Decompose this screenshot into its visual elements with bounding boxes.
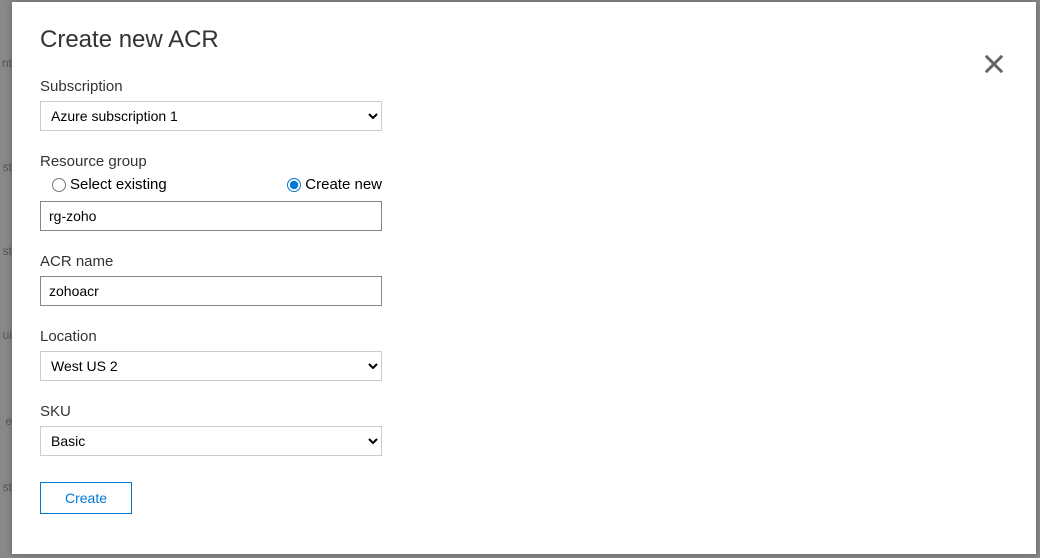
resource-group-radio-row: Select existing Create new xyxy=(40,176,382,193)
sku-select[interactable]: Basic xyxy=(40,426,382,456)
location-select[interactable]: West US 2 xyxy=(40,351,382,381)
radio-create-new-input[interactable] xyxy=(287,178,301,192)
close-button[interactable] xyxy=(980,50,1008,78)
create-acr-modal: Create new ACR Subscription Azure subscr… xyxy=(12,2,1036,554)
create-button[interactable]: Create xyxy=(40,482,132,514)
background-occluded-text: nt st st ui e st xyxy=(0,0,12,558)
acr-name-label: ACR name xyxy=(40,253,1008,270)
subscription-group: Subscription Azure subscription 1 xyxy=(40,78,1008,131)
radio-select-existing-label: Select existing xyxy=(70,176,167,193)
resource-group-group: Resource group Select existing Create ne… xyxy=(40,153,1008,231)
radio-select-existing[interactable]: Select existing xyxy=(52,176,287,193)
subscription-label: Subscription xyxy=(40,78,1008,95)
sku-group: SKU Basic xyxy=(40,403,1008,456)
acr-name-group: ACR name xyxy=(40,253,1008,306)
radio-create-new[interactable]: Create new xyxy=(287,176,382,193)
location-group: Location West US 2 xyxy=(40,328,1008,381)
close-icon xyxy=(980,50,1008,78)
sku-label: SKU xyxy=(40,403,1008,420)
radio-create-new-label: Create new xyxy=(305,176,382,193)
subscription-select[interactable]: Azure subscription 1 xyxy=(40,101,382,131)
resource-group-label: Resource group xyxy=(40,153,1008,170)
location-label: Location xyxy=(40,328,1008,345)
acr-name-input[interactable] xyxy=(40,276,382,306)
modal-title: Create new ACR xyxy=(40,26,1008,54)
resource-group-name-input[interactable] xyxy=(40,201,382,231)
radio-select-existing-input[interactable] xyxy=(52,178,66,192)
